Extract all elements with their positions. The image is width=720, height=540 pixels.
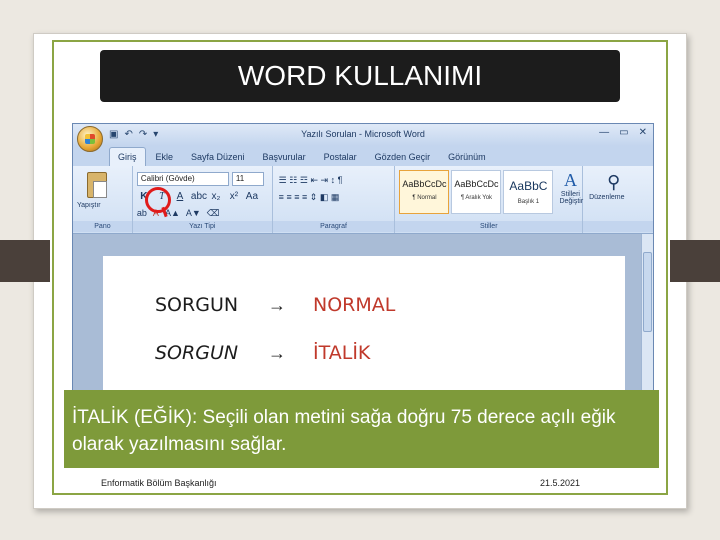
- sort-icon[interactable]: ↕: [331, 175, 336, 185]
- strikethrough-icon[interactable]: abc: [191, 191, 207, 202]
- paragraph-controls: ☰ ☷ ☲ ⇤ ⇥ ↕ ¶ ≡ ≡ ≡ ≡ ⇕ ◧ ▦: [279, 172, 343, 206]
- style-sample: AaBbCcDc: [454, 179, 499, 189]
- arrow-icon: →: [268, 343, 286, 363]
- paste-icon[interactable]: [87, 172, 107, 198]
- underline-icon[interactable]: A: [173, 191, 187, 202]
- clear-format-icon[interactable]: ⌫: [207, 208, 220, 219]
- pilcrow-icon[interactable]: ¶: [338, 175, 343, 185]
- group-label-paragraph: Paragraf: [272, 221, 395, 232]
- tab-giris[interactable]: Giriş: [109, 147, 146, 166]
- tab-sayfa-duzeni[interactable]: Sayfa Düzeni: [183, 148, 253, 166]
- footer-left: Enformatik Bölüm Başkanlığı: [101, 478, 217, 488]
- group-editing: ⚲ Düzenleme: [583, 166, 653, 233]
- window-title: Yazılı Sorulan - Microsoft Word: [301, 129, 425, 139]
- group-label-clipboard: Pano: [73, 221, 132, 232]
- ribbon-tabs: Giriş Ekle Sayfa Düzeni Başvurular Posta…: [73, 146, 653, 166]
- minimize-icon[interactable]: —: [599, 127, 609, 138]
- style-sample: AaBbC: [509, 179, 548, 193]
- doc-line-2-result: İTALİK: [313, 342, 371, 364]
- align-center-icon[interactable]: ≡: [286, 192, 291, 202]
- doc-line-1-text: SORGUN: [155, 294, 239, 316]
- arrow-icon: →: [268, 295, 286, 315]
- doc-line-2-text: SORGUN: [155, 342, 239, 364]
- doc-line-1-result: NORMAL: [313, 294, 396, 316]
- office-button-icon[interactable]: [77, 126, 103, 152]
- editing-label[interactable]: Düzenleme: [589, 194, 624, 201]
- group-paragraph: ☰ ☷ ☲ ⇤ ⇥ ↕ ¶ ≡ ≡ ≡ ≡ ⇕ ◧ ▦ Paragraf: [272, 166, 396, 233]
- group-clipboard: Yapıştır Pano: [73, 166, 133, 233]
- style-name: Başlık 1: [517, 199, 540, 205]
- style-heading-1[interactable]: AaBbC Başlık 1: [503, 170, 554, 214]
- style-sample: AaBbCcDc: [402, 179, 447, 189]
- italic-highlight-circle: [145, 187, 171, 213]
- borders-icon[interactable]: ▦: [331, 192, 340, 202]
- multilevel-icon[interactable]: ☲: [300, 175, 308, 185]
- justify-icon[interactable]: ≡: [302, 192, 307, 202]
- highlight-icon[interactable]: ab: [137, 208, 147, 219]
- style-normal[interactable]: AaBbCcDc ¶ Normal: [399, 170, 450, 214]
- grow-font-icon[interactable]: A▲: [165, 208, 180, 219]
- align-right-icon[interactable]: ≡: [294, 192, 299, 202]
- increase-indent-icon[interactable]: ⇥: [321, 175, 329, 185]
- align-left-icon[interactable]: ≡: [279, 192, 284, 202]
- binoculars-icon[interactable]: ⚲: [607, 172, 620, 193]
- document-area: SORGUN → NORMAL SORGUN → İTALİK: [73, 234, 653, 397]
- style-name: ¶ Aralık Yok: [460, 195, 493, 201]
- word-titlebar: ▣ ↶ ↷ ▾ Yazılı Sorulan - Microsoft Word …: [73, 124, 653, 152]
- numbering-icon[interactable]: ☷: [289, 175, 297, 185]
- shading-icon[interactable]: ◧: [320, 192, 329, 202]
- line-spacing-icon[interactable]: ⇕: [310, 192, 318, 202]
- decrease-indent-icon[interactable]: ⇤: [310, 175, 318, 185]
- bullets-icon[interactable]: ☰: [279, 175, 287, 185]
- group-styles: AaBbCcDc ¶ Normal AaBbCcDc ¶ Aralık Yok …: [395, 166, 583, 233]
- slide-title: WORD KULLANIMI: [100, 50, 620, 102]
- right-clip: [670, 240, 720, 282]
- font-size-select[interactable]: 11: [231, 172, 264, 186]
- tab-postalar[interactable]: Postalar: [316, 148, 365, 166]
- close-icon[interactable]: ✕: [639, 127, 647, 138]
- change-styles-button[interactable]: A Stilleri Değiştir: [559, 170, 584, 205]
- footer-date: 21.5.2021: [540, 478, 581, 488]
- caption-box: İTALİK (EĞİK): Seçili olan metini sağa d…: [64, 390, 659, 468]
- style-no-spacing[interactable]: AaBbCcDc ¶ Aralık Yok: [451, 170, 502, 214]
- paste-label[interactable]: Yapıştır: [77, 202, 101, 209]
- change-styles-icon: A: [563, 170, 577, 190]
- maximize-icon[interactable]: ▭: [619, 127, 628, 138]
- tab-gozden-gecir[interactable]: Gözden Geçir: [367, 148, 439, 166]
- vertical-scrollbar[interactable]: [641, 234, 653, 397]
- word-window: ▣ ↶ ↷ ▾ Yazılı Sorulan - Microsoft Word …: [72, 123, 654, 398]
- scrollbar-thumb[interactable]: [643, 252, 652, 332]
- document-page[interactable]: SORGUN → NORMAL SORGUN → İTALİK: [103, 256, 625, 397]
- tab-basvurular[interactable]: Başvurular: [255, 148, 314, 166]
- subscript-icon[interactable]: x₂: [209, 191, 223, 202]
- left-clip: [0, 240, 50, 282]
- style-name: ¶ Normal: [412, 195, 437, 201]
- tab-gorunum[interactable]: Görünüm: [440, 148, 494, 166]
- group-label-editing: [583, 221, 653, 232]
- group-label-font: Yazı Tipi: [132, 221, 272, 232]
- window-controls: — ▭ ✕: [599, 127, 647, 138]
- font-name-select[interactable]: Calibri (Gövde): [136, 172, 229, 186]
- group-label-styles: Stiller: [395, 221, 583, 232]
- change-case-icon[interactable]: Aa: [245, 191, 259, 202]
- tab-ekle[interactable]: Ekle: [148, 148, 182, 166]
- change-styles-label: Stilleri Değiştir: [559, 191, 584, 205]
- shrink-font-icon[interactable]: A▼: [186, 208, 201, 219]
- superscript-icon[interactable]: x²: [227, 191, 241, 202]
